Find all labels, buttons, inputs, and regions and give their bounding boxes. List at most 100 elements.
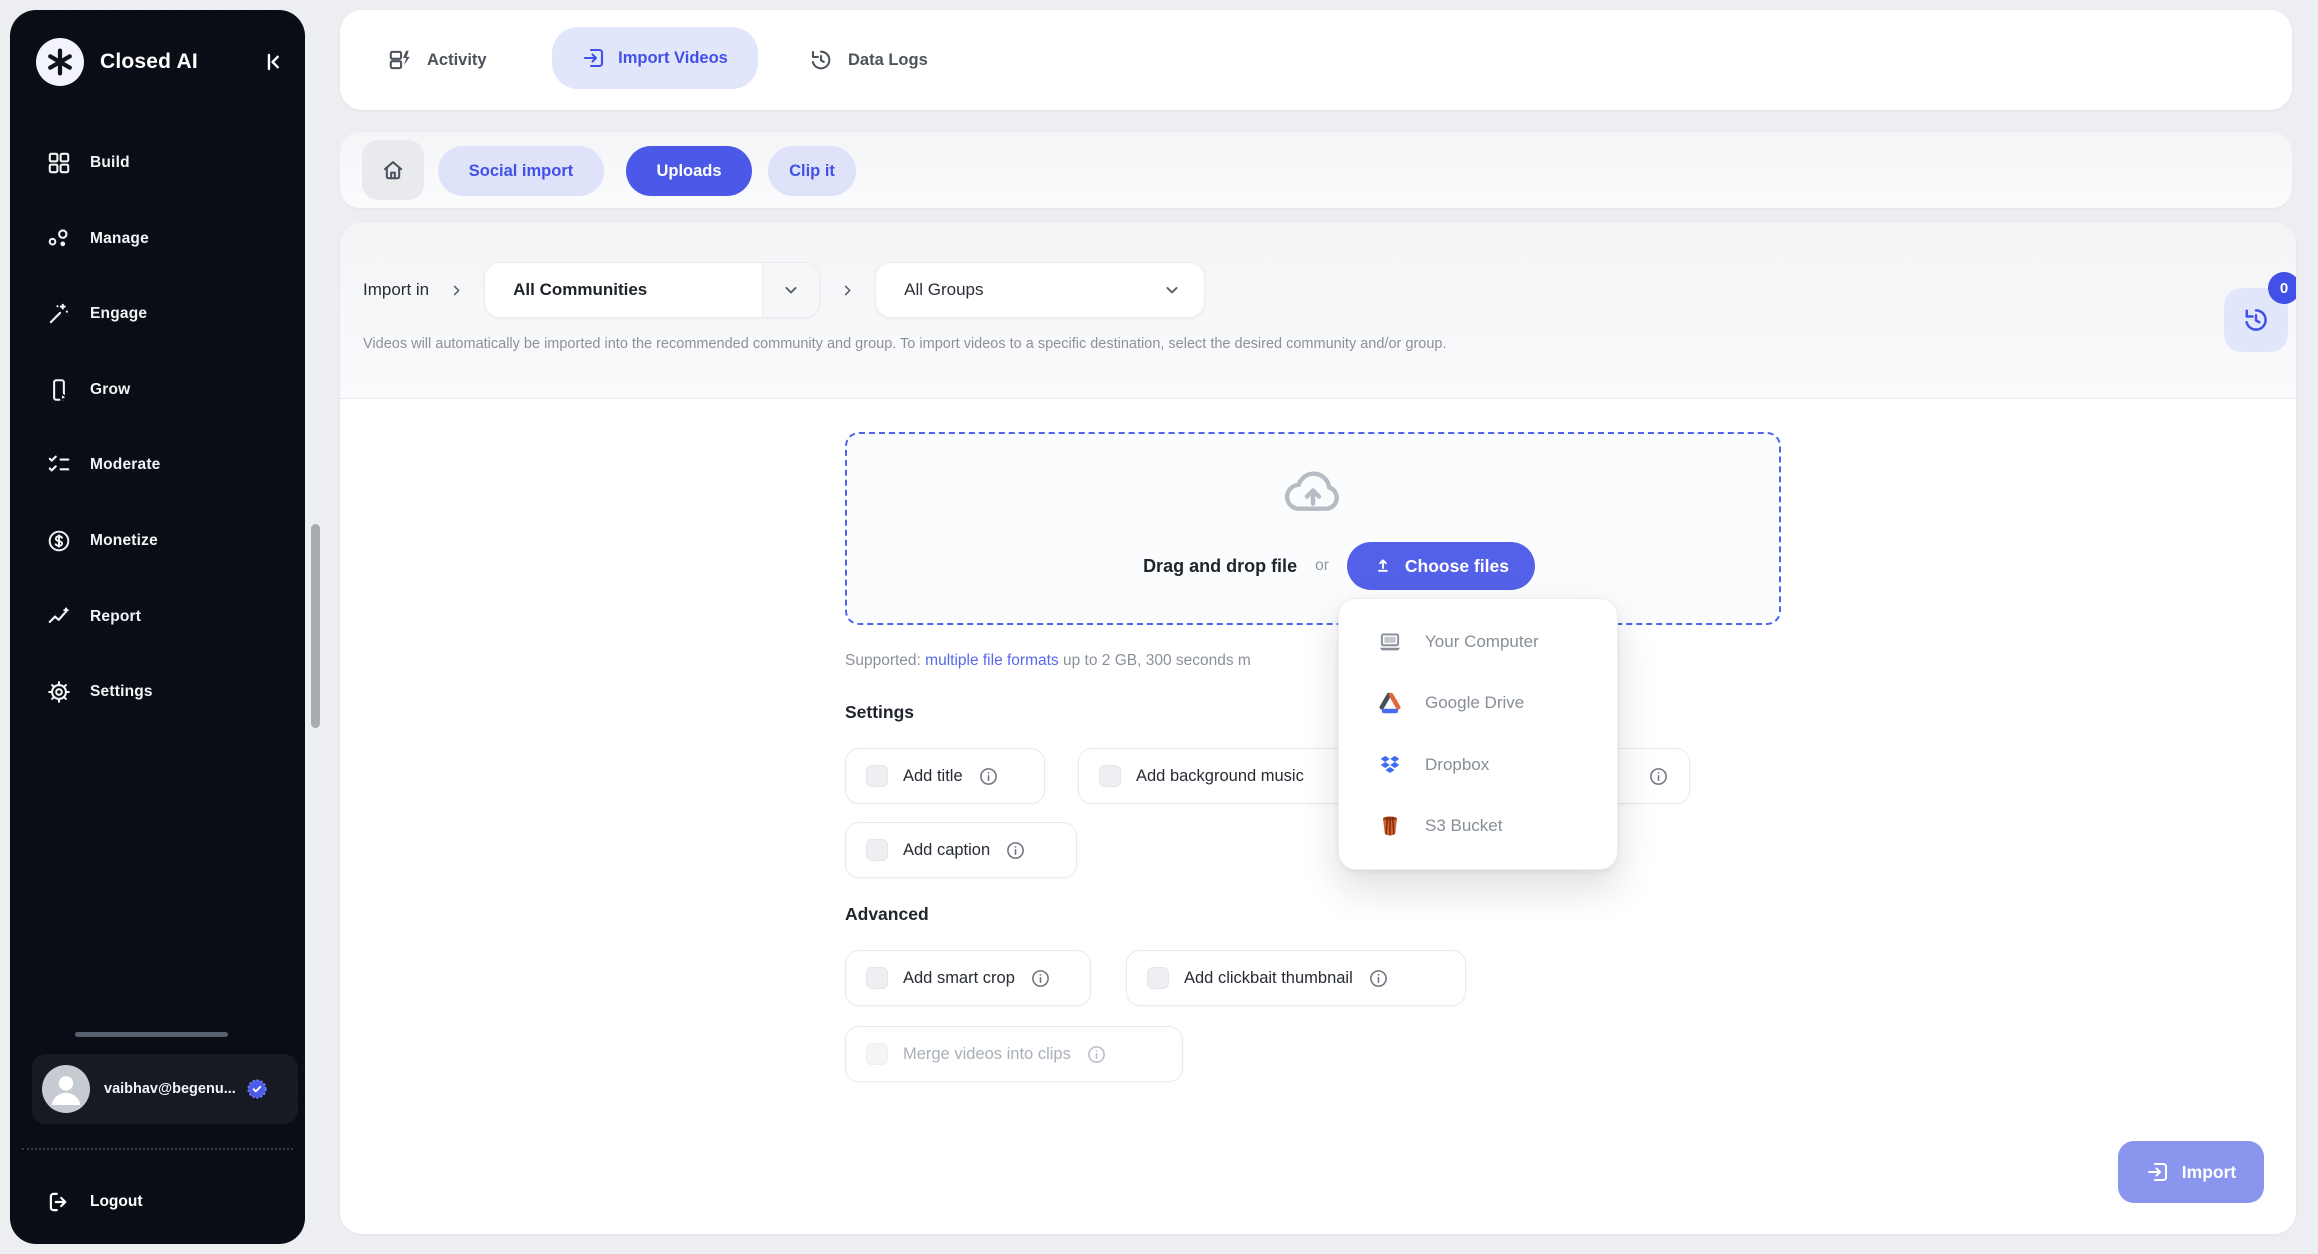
sidebar-item-build[interactable]: Build: [46, 143, 130, 183]
grid-icon: [46, 150, 72, 176]
sidebar-item-label: Moderate: [90, 456, 161, 474]
subtab-uploads[interactable]: Uploads: [626, 146, 752, 196]
sidebar-collapse-icon[interactable]: [259, 49, 285, 75]
info-icon[interactable]: [1086, 1044, 1107, 1065]
group-select[interactable]: All Groups: [875, 262, 1205, 318]
logout-label: Logout: [90, 1193, 143, 1211]
menu-item-dropbox[interactable]: Dropbox: [1339, 734, 1617, 796]
wand-icon: [46, 301, 72, 327]
scrollbar-thumb[interactable]: [311, 524, 320, 728]
chevron-down-icon: [762, 263, 819, 317]
sidebar-item-settings[interactable]: Settings: [46, 672, 153, 712]
community-select-value: All Communities: [485, 280, 647, 300]
sidebar-item-label: Grow: [90, 381, 130, 399]
menu-item-label: Dropbox: [1425, 755, 1489, 775]
option-label: Merge videos into clips: [903, 1045, 1071, 1064]
home-button[interactable]: [362, 140, 424, 200]
info-icon[interactable]: [1030, 968, 1051, 989]
add-background-music-checkbox[interactable]: [1099, 765, 1121, 787]
sidebar-item-report[interactable]: Report: [46, 597, 141, 637]
history-count-badge: 0: [2268, 272, 2296, 304]
tab-import-videos[interactable]: Import Videos: [552, 27, 758, 89]
option-add-caption[interactable]: Add caption: [845, 822, 1077, 878]
add-title-checkbox[interactable]: [866, 765, 888, 787]
menu-item-s3-bucket[interactable]: S3 Bucket: [1339, 796, 1617, 858]
history-icon: [2241, 305, 2271, 335]
avatar: [42, 1065, 90, 1113]
user-card[interactable]: vaibhav@begenu...: [32, 1054, 298, 1124]
merge-videos-checkbox: [866, 1043, 888, 1065]
advanced-section-title: Advanced: [845, 904, 929, 925]
import-in-label: Import in: [363, 280, 429, 300]
page: Closed AI Build Manage Engage: [0, 0, 2318, 1254]
sidebar: Closed AI Build Manage Engage: [10, 10, 305, 1244]
settings-section-title: Settings: [845, 702, 914, 723]
info-icon[interactable]: [1368, 968, 1389, 989]
subnav-bar: Social import Uploads Clip it: [340, 132, 2292, 208]
menu-item-label: Google Drive: [1425, 693, 1524, 713]
sidebar-item-manage[interactable]: Manage: [46, 219, 149, 259]
menu-item-your-computer[interactable]: Your Computer: [1339, 611, 1617, 673]
history-icon: [808, 47, 834, 73]
info-icon[interactable]: [1648, 766, 1669, 787]
sidebar-item-moderate[interactable]: Moderate: [46, 445, 161, 485]
logout-icon: [46, 1189, 72, 1215]
sidebar-divider: [22, 1148, 293, 1150]
file-dropzone[interactable]: Drag and drop file or Choose files: [845, 432, 1781, 625]
import-button[interactable]: Import: [2118, 1141, 2264, 1203]
subtab-social-import[interactable]: Social import: [438, 146, 604, 196]
option-add-clickbait-thumbnail[interactable]: Add clickbait thumbnail: [1126, 950, 1466, 1006]
home-icon: [380, 157, 406, 183]
subtab-label: Social import: [469, 162, 574, 181]
destination-helper-text: Videos will automatically be imported in…: [363, 336, 1447, 352]
tab-label: Data Logs: [848, 51, 928, 70]
supported-formats-link[interactable]: multiple file formats: [925, 652, 1059, 669]
gear-icon: [46, 679, 72, 705]
import-icon: [2146, 1160, 2170, 1184]
closed-ai-logo-icon: [36, 38, 84, 86]
option-label: Add title: [903, 767, 963, 786]
sidebar-drag-handle[interactable]: [75, 1032, 228, 1037]
tab-activity[interactable]: Activity: [387, 38, 487, 82]
laptop-icon: [1377, 629, 1403, 655]
bubbles-icon: [46, 226, 72, 252]
sidebar-item-grow[interactable]: Grow: [46, 370, 130, 410]
menu-item-label: Your Computer: [1425, 632, 1539, 652]
dropbox-icon: [1377, 752, 1403, 778]
tab-label: Activity: [427, 51, 487, 70]
option-add-smart-crop[interactable]: Add smart crop: [845, 950, 1091, 1006]
sidebar-item-label: Manage: [90, 230, 149, 248]
subtab-clip-it[interactable]: Clip it: [768, 146, 856, 196]
main-panel: Import in All Communities All Groups Vid…: [340, 222, 2296, 1234]
logout-button[interactable]: Logout: [46, 1182, 143, 1222]
sidebar-item-monetize[interactable]: Monetize: [46, 521, 158, 561]
community-select[interactable]: All Communities: [484, 262, 820, 318]
tab-label: Import Videos: [618, 49, 728, 68]
upload-icon: [1373, 556, 1393, 576]
breadcrumb: Import in All Communities All Groups: [363, 262, 1205, 318]
sidebar-item-label: Engage: [90, 305, 147, 323]
phone-play-icon: [46, 377, 72, 403]
info-icon[interactable]: [1005, 840, 1026, 861]
choose-files-button[interactable]: Choose files: [1347, 542, 1535, 590]
sidebar-item-engage[interactable]: Engage: [46, 294, 147, 334]
sidebar-item-label: Build: [90, 154, 130, 172]
option-add-title[interactable]: Add title: [845, 748, 1045, 804]
brand-name: Closed AI: [100, 50, 198, 74]
supported-prefix: Supported:: [845, 652, 921, 669]
choose-files-label: Choose files: [1405, 556, 1509, 577]
tab-data-logs[interactable]: Data Logs: [808, 38, 928, 82]
add-smart-crop-checkbox[interactable]: [866, 967, 888, 989]
add-clickbait-thumbnail-checkbox[interactable]: [1147, 967, 1169, 989]
user-email: vaibhav@begenu...: [104, 1081, 236, 1097]
chevron-right-icon: [840, 283, 855, 298]
info-icon[interactable]: [978, 766, 999, 787]
chevron-down-icon: [1162, 280, 1204, 300]
subtab-label: Clip it: [789, 162, 835, 181]
option-label: Add clickbait thumbnail: [1184, 969, 1353, 988]
option-label: Add background music: [1136, 767, 1304, 786]
add-caption-checkbox[interactable]: [866, 839, 888, 861]
trend-chart-icon: [46, 604, 72, 630]
dollar-circle-icon: [46, 528, 72, 554]
menu-item-google-drive[interactable]: Google Drive: [1339, 673, 1617, 735]
